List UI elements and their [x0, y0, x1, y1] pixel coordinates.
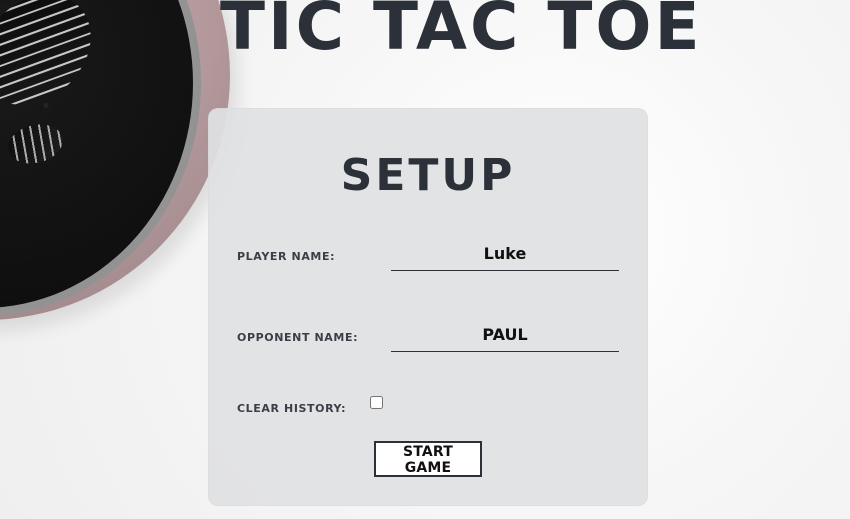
- opponent-name-label: OPPONENT NAME:: [237, 331, 359, 344]
- player-name-row: PLAYER NAME:: [237, 236, 619, 280]
- page-title: TIC TAC TOE: [220, 0, 703, 65]
- setup-panel: SETUP PLAYER NAME: OPPONENT NAME: CLEAR …: [208, 108, 648, 506]
- opponent-name-row: OPPONENT NAME:: [237, 317, 619, 361]
- clear-history-label: CLEAR HISTORY:: [237, 402, 347, 415]
- player-name-label: PLAYER NAME:: [237, 250, 336, 263]
- opponent-name-input[interactable]: [391, 317, 619, 352]
- clear-history-row: CLEAR HISTORY:: [237, 388, 617, 432]
- player-name-input[interactable]: [391, 236, 619, 271]
- page: TIC TAC TOE SETUP PLAYER NAME: OPPONENT …: [0, 0, 850, 519]
- clear-history-checkbox-wrap: [370, 394, 384, 409]
- start-game-button[interactable]: START GAME: [374, 441, 482, 477]
- clear-history-checkbox[interactable]: [370, 396, 383, 409]
- setup-title: SETUP: [340, 150, 516, 201]
